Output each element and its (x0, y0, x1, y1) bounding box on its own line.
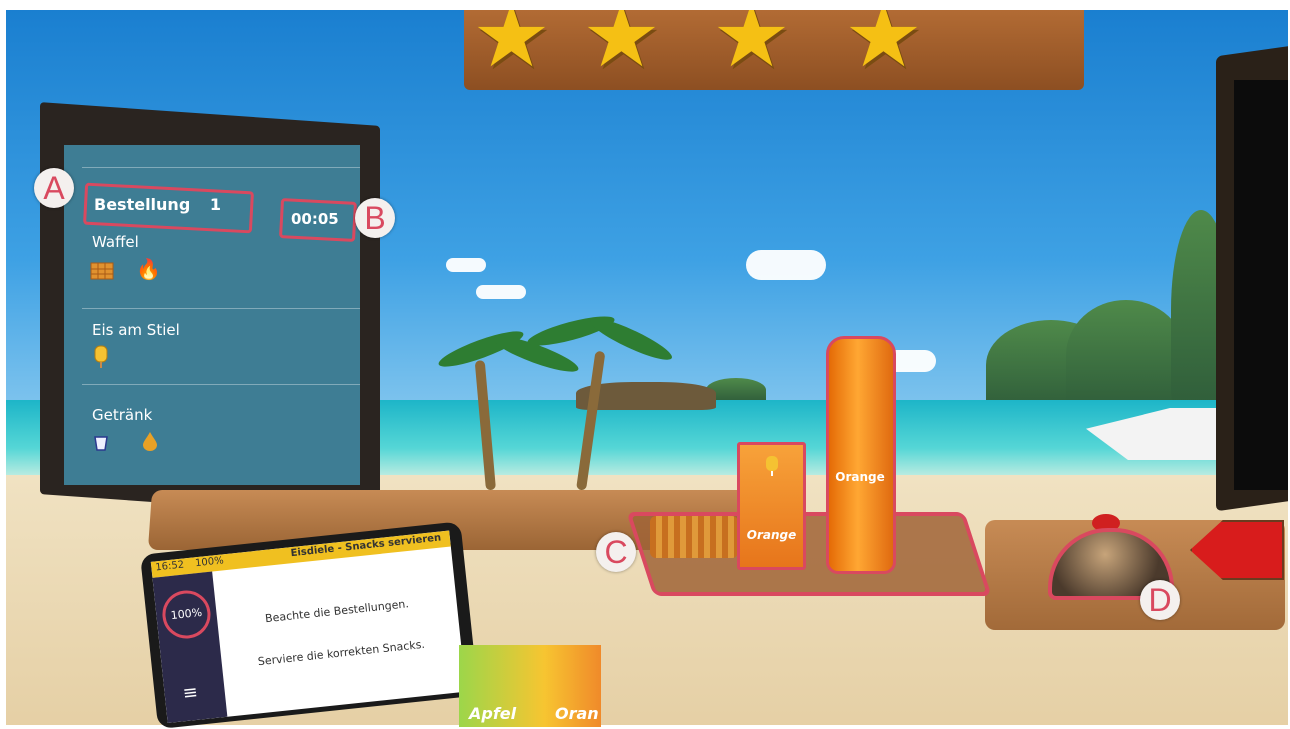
instruction-line-2: Serviere die korrekten Snacks. (257, 637, 426, 669)
order-item-waffle: Waffel (92, 233, 139, 251)
instruction-tablet: 16:52 100% Eisdiele - Snacks servieren 1… (140, 521, 479, 729)
bottle-label: Orange (835, 470, 885, 484)
order-number-highlight (83, 182, 254, 234)
instruction-line-1: Beachte die Bestellungen. (264, 597, 410, 626)
orange-bottle[interactable] (826, 336, 896, 574)
menu-icon[interactable]: ≡ (182, 682, 206, 704)
waffle-icon (90, 262, 114, 284)
menu-poster: Apfel Oran (459, 645, 601, 727)
divider (82, 167, 360, 168)
cliff (1066, 300, 1186, 410)
order-item-popsicle: Eis am Stiel (92, 321, 180, 339)
marker-b: B (355, 198, 395, 238)
popsicle-card[interactable]: Orange (737, 442, 806, 570)
cloud (446, 258, 486, 272)
cup-icon (94, 435, 108, 455)
waffle-item[interactable] (650, 516, 738, 558)
tablet-screen: 16:52 100% Eisdiele - Snacks servieren 1… (150, 530, 467, 724)
waffle-icon-svg (90, 262, 114, 280)
cup-icon-svg (94, 436, 108, 451)
status-battery: 100% (194, 555, 225, 570)
cloud (746, 250, 826, 280)
order-item-drink: Getränk (92, 406, 153, 424)
status-time: 16:52 (154, 559, 185, 574)
popsicle-icon-svg (94, 345, 108, 368)
marker-c: C (596, 532, 636, 572)
drop-icon-svg (143, 432, 157, 451)
popsicle-card-label: Orange (746, 528, 797, 542)
popsicle-icon (94, 345, 108, 373)
marker-a: A (34, 168, 74, 208)
divider (82, 308, 360, 309)
star-icon: ★ (472, 10, 551, 87)
divider (82, 384, 360, 385)
poster-right-label: Oran (555, 704, 599, 723)
progress-ring: 100% (160, 588, 213, 641)
star-icon: ★ (582, 10, 661, 87)
star-icon: ★ (712, 10, 791, 87)
status-title: Eisdiele - Snacks servieren (290, 532, 442, 560)
poster-left-label: Apfel (469, 704, 517, 723)
drop-icon (142, 431, 158, 455)
fire-icon: 🔥 (136, 257, 161, 281)
rating-beam: ★ ★ ★ ★ (464, 10, 1084, 90)
timer-highlight (279, 198, 357, 242)
popsicle-icon (765, 456, 778, 476)
cloud (476, 285, 526, 299)
side-monitor-screen (1234, 80, 1288, 490)
star-icon: ★ (844, 10, 923, 87)
marker-d: D (1140, 580, 1180, 620)
tablet-side-nav: 100% ≡ (152, 571, 228, 724)
